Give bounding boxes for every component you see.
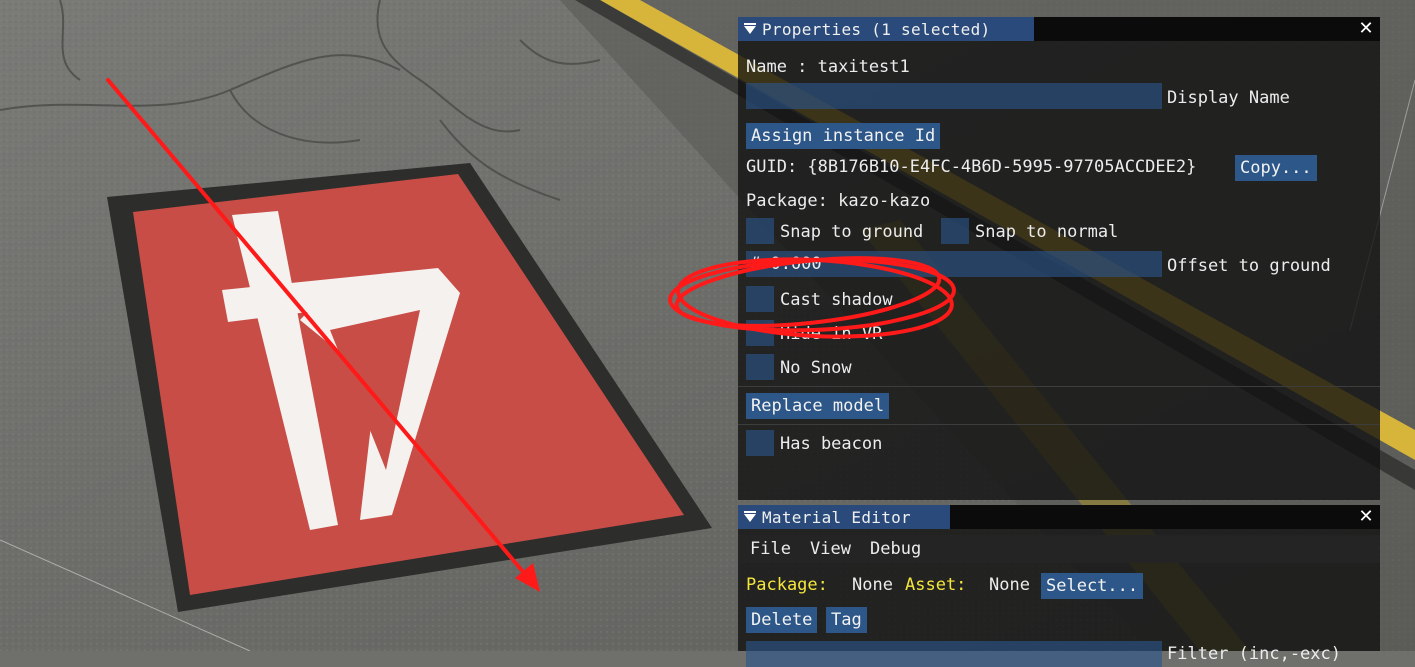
collapse-triangle-icon[interactable] [744,23,756,34]
package-line: Package: kazo-kazo [746,191,931,211]
has-beacon-checkbox[interactable] [746,430,774,456]
hide-label: Hide in VR [780,324,883,344]
no-snow-label: No Snow [780,358,852,378]
material-editor-window: Material Editor ✕ File View Debug Packag… [738,505,1380,667]
close-icon[interactable]: ✕ [1356,507,1376,527]
properties-title-bar[interactable]: Properties (1 selected) ✕ [738,17,1380,41]
menu-bar: File View Debug [738,535,1380,563]
offset-to-ground-label: Offset to ground [1167,256,1331,276]
close-icon[interactable]: ✕ [1356,19,1376,39]
has-beacon-label: Has beacon [780,434,883,454]
properties-title: Properties (1 selected) [762,19,991,39]
snap-to-normal-label: Snap to normal [975,222,1119,242]
properties-window: Properties (1 selected) ✕ Name : taxites… [738,17,1380,500]
display-name-input[interactable] [746,83,1162,109]
material-editor-title-bar[interactable]: Material Editor ✕ [738,505,1380,529]
menu-file[interactable]: File [750,539,791,559]
asset-value: None [989,575,1030,595]
package-value: None [852,575,893,595]
replace-model-button[interactable]: Replace model [746,393,890,419]
offset-value: # 0.000 [750,254,822,274]
cast-shadow-label: Cast shadow [780,290,893,310]
material-editor-title: Material Editor [762,507,911,527]
no-snow-checkbox[interactable] [746,354,774,380]
filter-label: Filter (inc,-exc) [1167,644,1341,664]
delete-button[interactable]: Delete [746,607,818,633]
select-button[interactable]: Select... [1041,573,1144,599]
tag-button[interactable]: Tag [826,607,867,633]
separator [738,424,1380,425]
package-label: Package: [746,575,828,595]
offset-to-ground-input[interactable]: # 0.000 [746,251,1162,277]
separator [738,386,1380,387]
asset-label: Asset: [905,575,967,595]
menu-debug[interactable]: Debug [870,539,921,559]
display-name-label: Display Name [1167,88,1290,108]
filter-input[interactable] [746,641,1162,667]
copy-guid-button[interactable]: Copy... [1235,155,1317,181]
name-line: Name : taxitest1 [746,57,910,77]
assign-instance-id-button[interactable]: Assign instance Id [746,123,941,149]
snap-to-ground-checkbox[interactable] [746,218,774,244]
snap-to-ground-label: Snap to ground [780,222,924,242]
hide-checkbox[interactable] [746,320,774,346]
snap-to-normal-checkbox[interactable] [941,218,969,244]
menu-view[interactable]: View [810,539,851,559]
collapse-triangle-icon[interactable] [744,511,756,522]
cast-shadow-checkbox[interactable] [746,286,774,312]
guid-line: GUID: {8B176B10-E4FC-4B6D-5995-97705ACCD… [746,157,1197,177]
